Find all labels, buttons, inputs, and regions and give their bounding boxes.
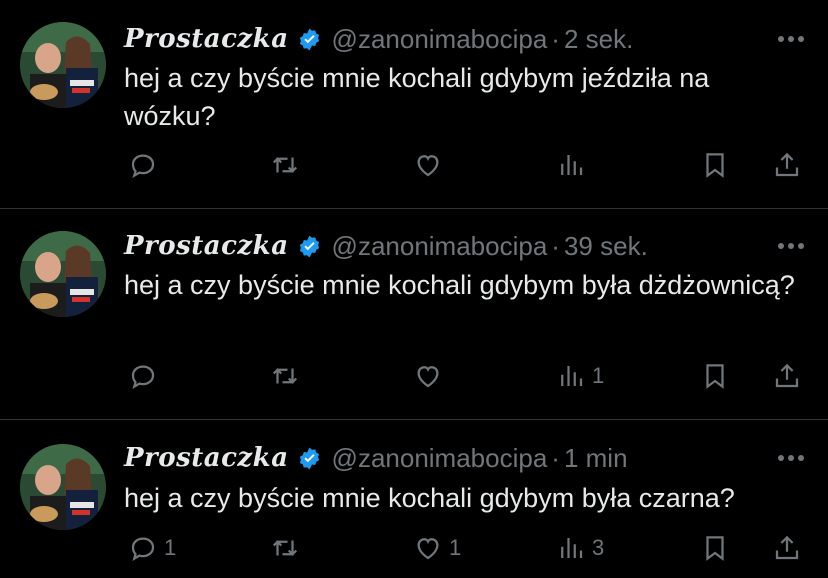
separator-dot: · (551, 442, 560, 473)
handle[interactable]: @zanonimabocipa (332, 231, 548, 262)
tweet-header: Prostaczka @zanonimabocipa · 1 min (124, 441, 628, 475)
display-name[interactable]: Prostaczka (124, 231, 289, 261)
share-icon (775, 152, 799, 177)
tweet-header: Prostaczka @zanonimabocipa · 39 sek. (124, 229, 648, 263)
tweet-actions (0, 145, 828, 185)
like-button[interactable]: 1 (413, 528, 461, 568)
reply-button[interactable] (128, 356, 164, 396)
timestamp[interactable]: 39 sek. (564, 231, 648, 262)
share-icon (775, 535, 799, 560)
tweet[interactable]: Prostaczka @zanonimabocipa · 39 sek. hej… (0, 209, 828, 419)
more-icon[interactable] (776, 453, 806, 463)
avatar-image (20, 444, 106, 530)
retweet-icon (272, 540, 298, 556)
bookmark-button[interactable] (700, 528, 730, 568)
share-icon (775, 363, 799, 388)
views-button[interactable]: 3 (556, 528, 604, 568)
like-button[interactable] (413, 145, 449, 185)
avatar[interactable] (20, 22, 106, 108)
reply-count: 1 (164, 535, 177, 560)
tweet-actions: 1 (0, 356, 828, 396)
tweet-header: Prostaczka @zanonimabocipa · 2 sek. (124, 22, 633, 56)
share-button[interactable] (772, 145, 802, 185)
separator-dot: · (551, 23, 560, 54)
handle[interactable]: @zanonimabocipa (332, 443, 548, 474)
views-button[interactable] (556, 145, 592, 185)
verified-icon (299, 447, 319, 469)
more-icon[interactable] (776, 34, 806, 44)
retweet-button[interactable] (270, 528, 306, 568)
bookmark-button[interactable] (700, 145, 730, 185)
retweet-icon (272, 368, 298, 384)
display-name[interactable]: Prostaczka (124, 24, 289, 54)
views-icon (561, 155, 583, 175)
views-button[interactable]: 1 (556, 356, 604, 396)
reply-icon (131, 154, 155, 178)
bookmark-button[interactable] (700, 356, 730, 396)
reply-icon (131, 537, 155, 561)
retweet-icon (272, 157, 298, 173)
tweet-text: hej a czy byście mnie kochali gdybym był… (124, 270, 795, 300)
like-button[interactable] (413, 356, 449, 396)
bookmark-icon (706, 153, 724, 178)
more-icon[interactable] (776, 241, 806, 251)
tweet-actions: 1 1 3 (0, 528, 828, 568)
views-count: 1 (592, 363, 605, 388)
reply-icon (131, 365, 155, 389)
verified-icon (299, 28, 319, 50)
avatar[interactable] (20, 231, 106, 317)
tweet-text: hej a czy byście mnie kochali gdybym jeź… (124, 63, 710, 131)
tweet[interactable]: Prostaczka @zanonimabocipa · 2 sek. hej … (0, 0, 828, 208)
like-count: 1 (449, 535, 462, 560)
avatar[interactable] (20, 444, 106, 530)
like-icon (417, 538, 439, 560)
like-icon (417, 366, 439, 388)
bookmark-icon (706, 364, 724, 389)
share-button[interactable] (772, 356, 802, 396)
timestamp[interactable]: 1 min (564, 443, 628, 474)
tweet-text: hej a czy byście mnie kochali gdybym był… (124, 483, 735, 513)
tweet[interactable]: Prostaczka @zanonimabocipa · 1 min hej a… (0, 420, 828, 578)
avatar-image (20, 22, 106, 108)
share-button[interactable] (772, 528, 802, 568)
views-count: 3 (592, 535, 605, 560)
views-icon (561, 366, 583, 386)
verified-icon (299, 235, 319, 257)
reply-button[interactable]: 1 (128, 528, 176, 568)
handle[interactable]: @zanonimabocipa (332, 24, 548, 55)
views-icon (561, 538, 583, 558)
display-name[interactable]: Prostaczka (124, 443, 289, 473)
bookmark-icon (706, 536, 724, 561)
like-icon (417, 155, 439, 177)
separator-dot: · (551, 230, 560, 261)
retweet-button[interactable] (270, 356, 306, 396)
reply-button[interactable] (128, 145, 164, 185)
avatar-image (20, 231, 106, 317)
timestamp[interactable]: 2 sek. (564, 24, 633, 55)
retweet-button[interactable] (270, 145, 306, 185)
